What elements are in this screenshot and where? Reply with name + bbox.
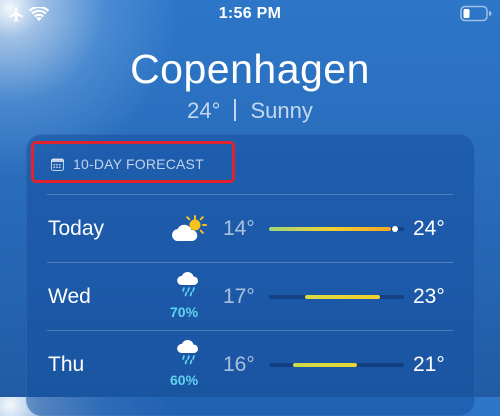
temp-range-bar [269,226,404,232]
current-condition: Sunny [250,98,313,123]
summary-divider [234,99,237,121]
current-summary: 24° Sunny [0,98,500,124]
temp-range-fill [305,295,380,299]
temp-range-fill [269,227,391,231]
precip-chance: 70% [170,304,199,320]
day-label: Today [48,217,105,240]
low-temp: 16° [223,353,255,376]
high-temp: 21° [413,353,445,376]
current-temp-marker [391,226,398,232]
day-label: Thu [48,353,85,376]
highlight-annotation [31,141,235,183]
current-temperature: 24° [187,98,221,123]
precip-chance: 60% [170,372,199,388]
city-name: Copenhagen [130,46,370,92]
temp-range-bar [269,295,404,299]
temp-range-bar [269,363,404,367]
low-temp: 14° [223,217,255,240]
status-bar: 1:56 PM [0,0,500,30]
low-temp: 17° [223,285,255,308]
partly-sunny-icon [171,215,207,241]
battery-icon [460,5,492,22]
day-label: Wed [48,285,91,308]
temp-range-fill [293,363,357,367]
high-temp: 24° [413,217,445,240]
rain-cloud-icon [177,339,199,365]
status-time: 1:56 PM [218,5,282,22]
forecast-row-thu[interactable]: Thu 60% 16° 21° [27,331,474,398]
high-temp: 23° [413,285,445,308]
forecast-row-today[interactable]: Today 14° 24° [27,195,474,262]
forecast-row-wed[interactable]: Wed 70% 17° 23° [27,263,474,330]
rain-cloud-icon [177,271,199,297]
